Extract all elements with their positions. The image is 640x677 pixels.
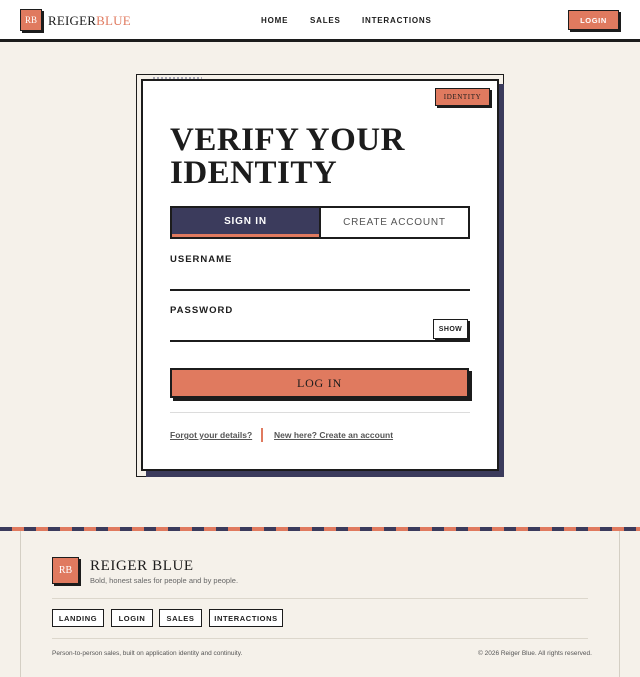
username-input[interactable] xyxy=(170,270,430,288)
tab-create-account[interactable]: CREATE ACCOUNT xyxy=(319,208,468,237)
brand-second: BLUE xyxy=(96,13,131,28)
footer-copyright: © 2026 Reiger Blue. All rights reserved. xyxy=(478,650,592,657)
password-underline xyxy=(170,340,470,342)
footer-divider-top xyxy=(52,598,588,599)
create-account-link[interactable]: New here? Create an account xyxy=(274,430,393,440)
nav-home-link[interactable]: HOME xyxy=(261,16,288,25)
footer-logo-mark[interactable]: RB xyxy=(52,557,79,584)
footer-divider-bottom xyxy=(52,638,588,639)
nav-sales-link[interactable]: SALES xyxy=(310,16,341,25)
tab-sign-in[interactable]: SIGN IN xyxy=(172,208,319,237)
nav-interactions-link[interactable]: INTERACTIONS xyxy=(362,16,432,25)
brand-logo-text[interactable]: REIGERBLUE xyxy=(48,13,131,29)
forgot-details-link[interactable]: Forgot your details? xyxy=(170,430,252,440)
footer-sales-button[interactable]: SALES xyxy=(159,609,202,627)
top-header: RB REIGERBLUE HOME SALES INTERACTIONS LO… xyxy=(0,0,640,42)
show-password-button[interactable]: SHOW xyxy=(433,319,468,339)
password-input[interactable] xyxy=(170,321,430,339)
username-label: USERNAME xyxy=(170,254,233,265)
log-in-button[interactable]: LOG IN xyxy=(170,368,469,398)
link-separator xyxy=(261,428,263,442)
footer-note: Person-to-person sales, built on applica… xyxy=(52,650,243,657)
header-login-button[interactable]: LOGIN xyxy=(568,10,619,30)
page-title: VERIFY YOUR IDENTITY xyxy=(170,122,405,191)
footer-landing-button[interactable]: LANDING xyxy=(52,609,104,627)
footer-tagline: Bold, honest sales for people and by peo… xyxy=(90,576,239,585)
identity-badge: IDENTITY xyxy=(435,88,490,106)
footer-interactions-button[interactable]: INTERACTIONS xyxy=(209,609,283,627)
brand-first: REIGER xyxy=(48,13,97,28)
footer-brand-name: REIGER BLUE xyxy=(90,558,194,574)
auth-tabs: SIGN IN CREATE ACCOUNT xyxy=(170,206,470,239)
card-divider xyxy=(170,412,470,413)
username-underline xyxy=(170,289,470,291)
footer-login-button[interactable]: LOGIN xyxy=(111,609,153,627)
brand-logo-mark[interactable]: RB xyxy=(20,9,42,31)
password-label: PASSWORD xyxy=(170,305,234,316)
